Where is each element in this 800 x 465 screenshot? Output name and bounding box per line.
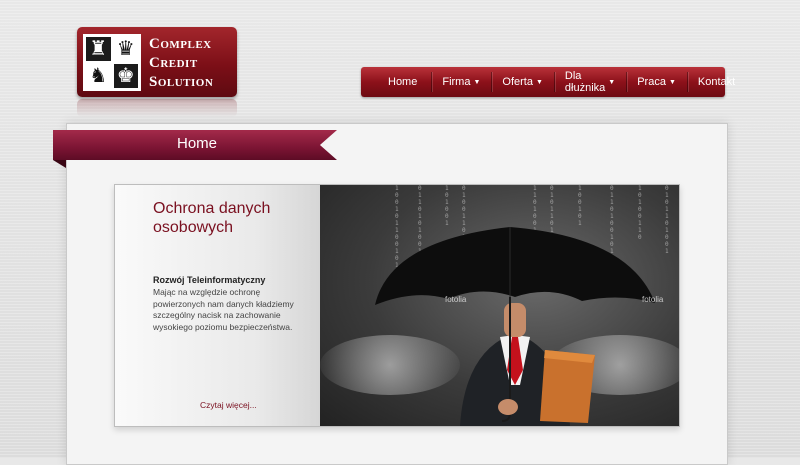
logo-line-complex: Complex [149,36,212,52]
nav-item-kontakt[interactable]: Kontakt [686,67,746,97]
stock-watermark: fotolia [642,295,664,304]
chevron-down-icon: ▼ [473,79,481,86]
chevron-down-icon: ▼ [535,79,543,86]
chevron-down-icon: ▼ [668,79,676,86]
queen-icon: ♛ [113,37,138,61]
nav-item-firma[interactable]: Firma ▼ [431,67,491,97]
umbrella-man-illustration [375,227,655,426]
logo-reflection [77,99,237,117]
nav-item-praca[interactable]: Praca ▼ [626,67,687,97]
read-more-link[interactable]: Czytaj więcej... [200,400,257,410]
nav-label-home: Home [388,76,418,88]
slide-body: Mając na względzie ochronę powierzonych … [153,287,294,332]
slide-image-umbrella-businessman[interactable]: 1001011001010 0110101001101 101001 01001… [320,185,679,426]
slide-heading: Ochrona danych osobowych [153,200,271,236]
stock-watermark: fotolia [445,295,467,304]
nav-label-oferta: Oferta [502,76,533,88]
nav-label-praca: Praca [637,76,666,88]
king-icon: ♚ [113,64,138,88]
slide-subtitle: Rozwój Teleinformatyczny [153,275,266,285]
page-title: Home [177,135,218,152]
nav-item-oferta[interactable]: Oferta ▼ [491,67,554,97]
ribbon-fold [53,160,66,168]
nav-item-home[interactable]: Home [361,67,431,97]
nav-label-firma: Firma [442,76,471,88]
chevron-down-icon: ▼ [608,79,616,86]
nav-label-kontakt: Kontakt [697,76,736,88]
logo-line-solution: Solution [149,74,214,90]
main-navigation: Home Firma ▼ Oferta ▼ Dla dłużnika ▼ Pra… [361,67,735,97]
chess-pieces-icon: ♜ ♛ ♞ ♚ [83,34,141,91]
nav-item-dla-dluznika[interactable]: Dla dłużnika ▼ [553,67,626,97]
slide-text-panel: Ochrona danych osobowych Rozwój Teleinfo… [115,185,320,426]
featured-slider: Ochrona danych osobowych Rozwój Teleinfo… [114,184,680,427]
logo-line-credit: Credit [149,55,198,71]
rook-icon: ♜ [86,37,111,61]
nav-label-dla-dluznika: Dla dłużnika [564,70,606,94]
logo-text: Complex Credit Solution [149,35,213,92]
company-logo[interactable]: ♜ ♛ ♞ ♚ Complex Credit Solution [77,27,237,97]
knight-icon: ♞ [86,64,111,88]
